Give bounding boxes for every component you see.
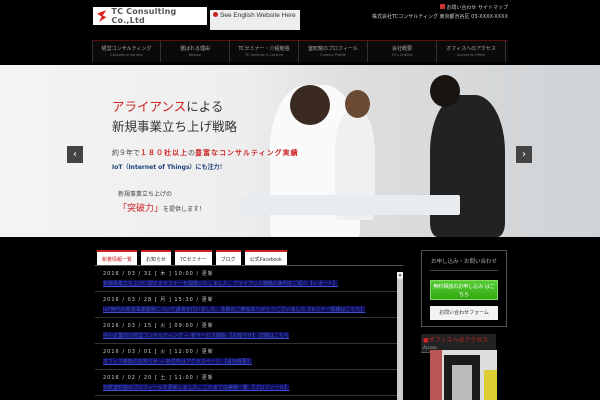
slider-next-button[interactable]: ›: [516, 146, 532, 163]
tab-facebook[interactable]: 公式Facebook: [244, 250, 287, 265]
news-item: 2016 / 03 / 28 [ 月 ] 15:30 / 更新 IoT時代の新規事…: [95, 292, 403, 318]
news-link[interactable]: オフィス移転のお知らせ ― 新住所はアクセスページ 【会社概要】: [103, 358, 252, 365]
scroll-up-icon[interactable]: ▴: [397, 272, 403, 279]
hero-slider: [0, 65, 600, 237]
contact-title: お申し込み・お問い合わせ: [430, 251, 498, 271]
nav-profile[interactable]: 室町龍のプロフィール Careers Profile: [299, 41, 368, 62]
tab-notice[interactable]: お知らせ: [141, 250, 171, 265]
hero-headline: アライアンスによる 新規事業立ち上げ戦略: [112, 99, 238, 134]
hero-photo-head: [345, 90, 370, 118]
news-item: 2016 / 03 / 15 [ 火 ] 09:00 / 更新中小企業向け経営コ…: [95, 318, 403, 344]
tab-all-news[interactable]: 新着情報一覧: [97, 250, 138, 265]
news-item: 2016 / 02 / 20 [ 土 ] 11:00 / 更新代表室町龍のプロフ…: [95, 370, 403, 396]
free-consult-button[interactable]: 無料相談のお申し込み はこちら: [430, 280, 498, 300]
hero-photo-head: [430, 75, 460, 107]
hero-iot: IoT（Internet of Things）にも注力！: [112, 164, 226, 171]
nav-access[interactable]: オフィスへのアクセス Access to Office: [437, 41, 506, 62]
company-info: 株式会社TCコンサルティング 東京都渋谷区 03-XXXX-XXXX: [372, 13, 508, 20]
arrow-circle-icon: [213, 12, 218, 17]
news-link[interactable]: 中小企業向け経営コンサルティング ― 新サービス開始 【お知らせ】 詳細はこちら: [103, 332, 289, 339]
tab-blog[interactable]: ブログ: [215, 250, 241, 265]
news-scrollbar[interactable]: ▴: [397, 272, 403, 400]
top-links[interactable]: お問い合わせ サイトマップ: [439, 4, 508, 11]
slider-prev-button[interactable]: ‹: [67, 146, 83, 163]
english-site-button[interactable]: See English Website Here: [210, 10, 300, 30]
logo-mark-icon: [97, 10, 107, 22]
logo[interactable]: TC Consulting Co.,Ltd: [93, 7, 207, 25]
top-link[interactable]: お問い合わせ サイトマップ: [446, 5, 508, 11]
contact-form-button[interactable]: お問い合わせフォーム: [430, 306, 498, 320]
photo-sign: [484, 370, 497, 400]
nav-seminar[interactable]: TCセミナー・介紹勉強 TC Seminar & Lecture: [230, 41, 299, 62]
square-icon: [440, 4, 446, 9]
hero-photo-desk: [240, 195, 460, 215]
hero-track-record: 約９年で１８０社以上の豊富なコンサルティング実績: [112, 149, 299, 157]
company-text: 株式会社TCコンサルティング 東京都渋谷区 03-XXXX-XXXX: [371, 14, 508, 20]
tab-seminar[interactable]: TCセミナー: [174, 250, 212, 265]
nav-reason[interactable]: 選ばれる理由 Reason: [161, 41, 230, 62]
photo-door: [452, 365, 472, 400]
main-nav: 経営コンサルティング Consulting Service 選ばれる理由 Reaso…: [92, 40, 508, 62]
news-item: 2016 / 03 / 31 [ 木 ] 10:00 / 更新新規事業立ち上げに…: [95, 266, 403, 292]
news-link[interactable]: 新規事業立ち上げに関するセミナーを開催いたしました。アライアンス戦略の実例をご紹…: [103, 280, 338, 287]
nav-outline[interactable]: 会社概要 TC's Outline: [368, 41, 437, 62]
news-date: 2016 / 03 / 15 [ 火 ] 09:00 / 更新: [103, 323, 214, 329]
hero-tagline: 新規事業立ち上げの 「突破力」を提供します！: [118, 191, 206, 214]
photo-building-left: [430, 350, 442, 400]
news-link[interactable]: IoT時代の新規事業開発について講演を行いました。多数のご参加ありがとうございま…: [103, 306, 366, 313]
nav-consulting[interactable]: 経営コンサルティング Consulting Service: [92, 41, 161, 62]
hero-photo-head: [290, 85, 330, 125]
news-date: 2016 / 03 / 28 [ 月 ] 15:30 / 更新: [103, 297, 214, 303]
news-item: 2016 / 03 / 01 [ 火 ] 12:00 / 更新オフィス移転のお知…: [95, 344, 403, 370]
news-date: 2016 / 03 / 01 [ 火 ] 12:00 / 更新: [103, 349, 214, 355]
news-tabs: 新着情報一覧 お知らせ TCセミナー ブログ 公式Facebook: [97, 250, 287, 265]
hero-photo-person: [430, 95, 505, 237]
news-date: 2016 / 02 / 20 [ 土 ] 11:00 / 更新: [103, 375, 214, 381]
news-list: 2016 / 03 / 31 [ 木 ] 10:00 / 更新新規事業立ち上げに…: [95, 265, 403, 400]
office-photo[interactable]: [430, 350, 497, 400]
news-date: 2016 / 03 / 31 [ 木 ] 10:00 / 更新: [103, 271, 214, 277]
news-link[interactable]: 代表室町龍のプロフィールを更新しました。これまでの実績一覧 【プロフィール】: [103, 384, 290, 391]
